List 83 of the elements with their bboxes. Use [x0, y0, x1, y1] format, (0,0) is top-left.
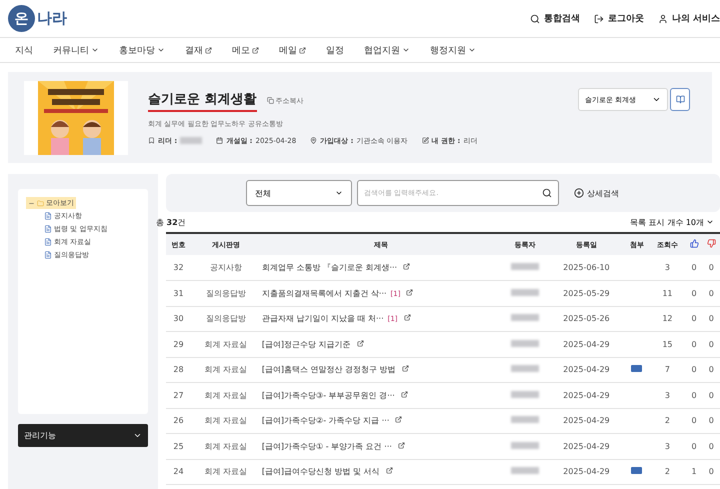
- table-cell: 0: [685, 357, 703, 382]
- table-cell: 25: [166, 434, 192, 459]
- table-cell: 0: [685, 382, 703, 408]
- table-cell: 질의응답방: [191, 306, 261, 332]
- total-count: 총 32건: [156, 216, 186, 228]
- admin-dropdown[interactable]: 관리기능: [18, 424, 148, 447]
- post-title-link[interactable]: [급여]가족수당③- 부부공무원인 경···: [262, 390, 395, 400]
- post-title-link[interactable]: [급여]가족수당① - 부양가족 요건 ···: [262, 442, 392, 451]
- table-cell: 회계 자료실: [191, 382, 261, 408]
- table-cell: 31: [166, 280, 192, 306]
- table-cell: 3: [649, 434, 686, 459]
- table-cell: 2025-05-26: [548, 306, 624, 332]
- community-title: 슬기로운 회계생활: [148, 90, 257, 112]
- table-cell: 32: [166, 255, 192, 280]
- table-cell: 0: [685, 332, 703, 357]
- nav-item[interactable]: 결재: [185, 44, 212, 56]
- table-cell: 0: [685, 434, 703, 459]
- post-title-link[interactable]: 회계업무 소통방 『슬기로운 회계생···: [262, 263, 398, 272]
- logo-mark[interactable]: 온: [8, 5, 35, 32]
- table-cell: 24: [166, 459, 192, 484]
- table-cell: 11: [649, 280, 686, 306]
- scope-select[interactable]: 전체: [246, 180, 352, 206]
- table-cell: 0: [702, 382, 720, 408]
- nav-item[interactable]: 메모: [232, 44, 259, 56]
- nav-item[interactable]: 커뮤니티: [53, 44, 99, 56]
- post-title-link[interactable]: [급여]급여수당신청 방법 및 서식: [262, 467, 380, 476]
- nav-item[interactable]: 협업지원: [364, 44, 410, 56]
- table-cell: 26: [166, 408, 192, 434]
- table-cell: 회계 자료실: [191, 408, 261, 434]
- table-cell: 공지사항: [191, 255, 261, 280]
- post-title-link[interactable]: 관급자재 납기일이 지났을 때 처···: [262, 314, 384, 324]
- table-cell: 15: [649, 332, 686, 357]
- table-cell: 0: [685, 408, 703, 434]
- table-cell: 0: [702, 357, 720, 382]
- table-cell: 0: [702, 306, 720, 332]
- post-title-link[interactable]: [급여]정근수당 지급기준: [262, 340, 351, 349]
- table-cell: 2025-04-29: [548, 357, 624, 382]
- user-link[interactable]: 나의 서비스: [658, 12, 720, 25]
- page-size-select[interactable]: 목록 표시 개수 10개: [630, 216, 714, 228]
- table-cell: 27: [166, 382, 192, 408]
- table-cell: 2025-05-29: [548, 280, 624, 306]
- table-cell: 질의응답방: [191, 280, 261, 306]
- post-title-link[interactable]: [급여]가족수당②- 가족수당 지급 ···: [262, 416, 390, 426]
- table-cell: 0: [702, 280, 720, 306]
- table-cell: 29: [166, 332, 192, 357]
- table-cell: 회계 자료실: [191, 357, 261, 382]
- post-title-link[interactable]: 지출품의결재목록에서 지출건 삭···: [262, 288, 387, 298]
- table-cell: 0: [685, 306, 703, 332]
- table-cell: 2025-04-29: [548, 459, 624, 484]
- nav-item[interactable]: 일정: [326, 44, 344, 56]
- table-cell: 0: [702, 459, 720, 484]
- table-cell: 3: [649, 255, 686, 280]
- table-cell: 12: [649, 306, 686, 332]
- table-cell: 0: [702, 408, 720, 434]
- table-cell: 회계 자료실: [191, 459, 261, 484]
- logout-link[interactable]: 로그아웃: [594, 12, 644, 25]
- search-link[interactable]: 통합검색: [530, 12, 580, 25]
- table-cell: 회계 자료실: [191, 332, 261, 357]
- table-cell: 0: [702, 255, 720, 280]
- advanced-search-link[interactable]: 상세검색: [574, 188, 619, 198]
- table-cell: 30: [166, 306, 192, 332]
- table-cell: 28: [166, 357, 192, 382]
- table-cell: 2025-06-10: [548, 255, 624, 280]
- post-title-link[interactable]: [급여]홈택스 연말정산 경정청구 방법: [262, 365, 396, 374]
- nav-item[interactable]: 홍보마당: [119, 44, 165, 56]
- table-cell: 2: [649, 459, 686, 484]
- table-cell: 2025-04-29: [548, 382, 624, 408]
- nav-item[interactable]: 메일: [279, 44, 306, 56]
- table-cell: 0: [702, 434, 720, 459]
- table-cell: 2025-04-29: [548, 408, 624, 434]
- table-cell: 2025-04-29: [548, 332, 624, 357]
- table-cell: 2025-04-29: [548, 434, 624, 459]
- nav-item[interactable]: 행정지원: [430, 44, 476, 56]
- table-cell: 회계 자료실: [191, 434, 261, 459]
- table-cell: 7: [649, 357, 686, 382]
- table-cell: 0: [702, 332, 720, 357]
- table-cell: 0: [685, 255, 703, 280]
- table-cell: 1: [685, 459, 703, 484]
- table-cell: 2: [649, 408, 686, 434]
- table-cell: 0: [685, 280, 703, 306]
- nav-item[interactable]: 지식: [15, 44, 33, 56]
- logo-text[interactable]: 나라: [37, 9, 67, 28]
- table-cell: 3: [649, 382, 686, 408]
